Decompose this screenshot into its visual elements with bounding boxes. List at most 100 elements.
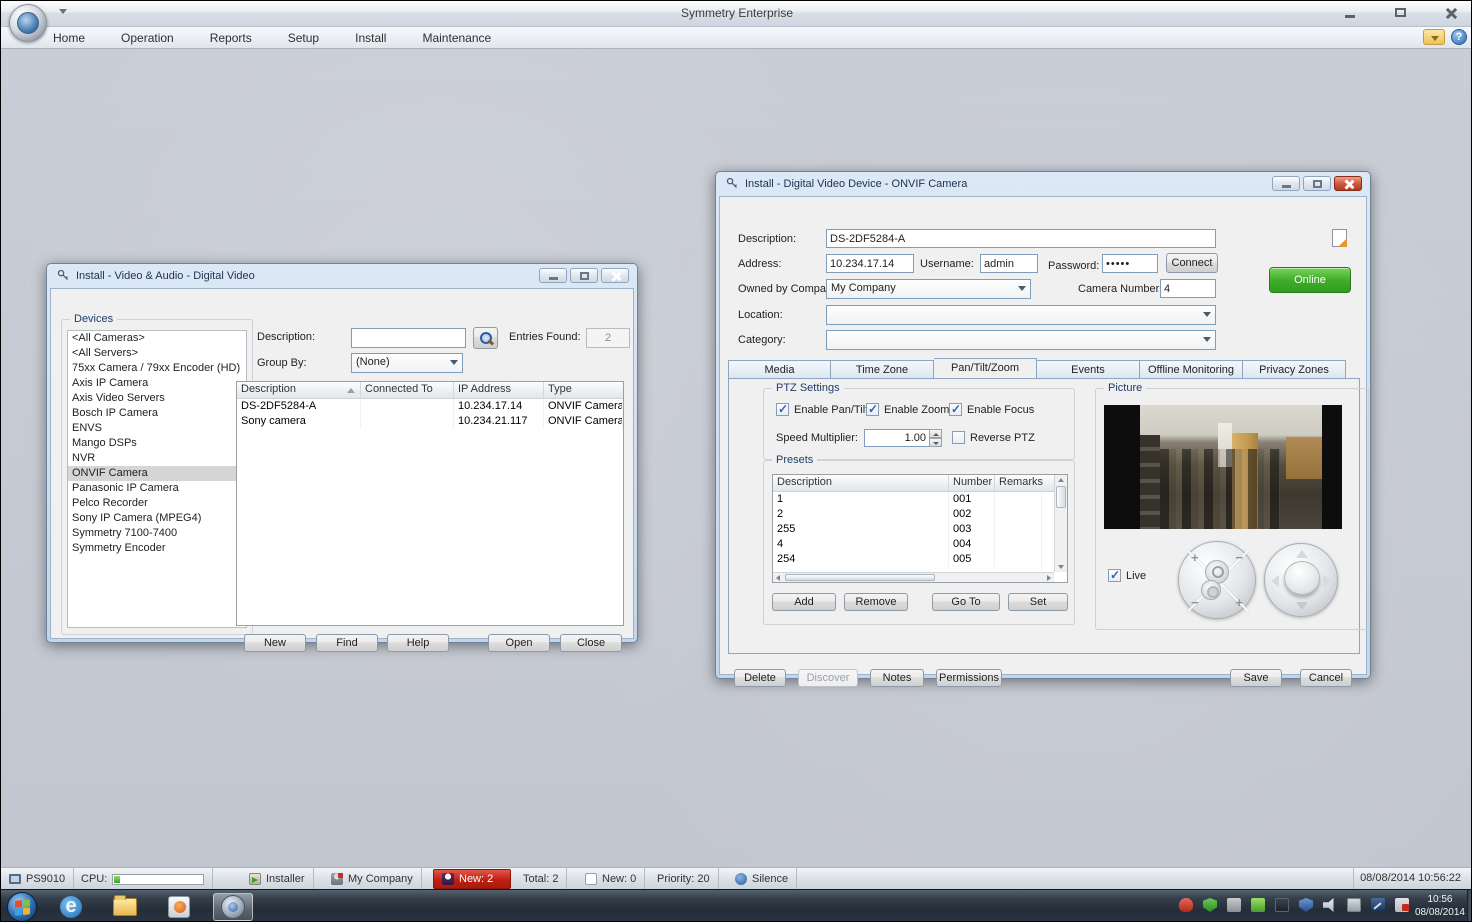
preset-row[interactable]: 1 001 (773, 492, 1067, 507)
taskbar-media-player[interactable] (159, 893, 199, 921)
menu-reports[interactable]: Reports (206, 30, 256, 46)
enable-focus-checkbox[interactable]: Enable Focus (949, 403, 1034, 416)
save-button[interactable]: Save (1230, 669, 1282, 687)
description-input[interactable] (826, 229, 1216, 248)
permissions-button[interactable]: Permissions (936, 669, 1002, 687)
remove-button[interactable]: Remove (844, 593, 908, 611)
dialog-maximize-button[interactable] (570, 268, 598, 283)
username-input[interactable] (980, 254, 1038, 273)
dialog-minimize-button[interactable] (1272, 176, 1300, 191)
window-minimize-button[interactable] (1337, 6, 1363, 21)
column-header-type[interactable]: Type (544, 382, 623, 398)
list-item-selected[interactable]: ONVIF Camera (68, 466, 246, 481)
go-to-button[interactable]: Go To (932, 593, 1000, 611)
reverse-ptz-checkbox[interactable]: Reverse PTZ (952, 431, 1035, 444)
list-item[interactable]: <All Servers> (68, 346, 246, 361)
tray-tool-icon[interactable] (1371, 898, 1385, 912)
list-item[interactable]: Symmetry 7100-7400 (68, 526, 246, 541)
speed-multiplier-stepper[interactable] (864, 429, 942, 447)
list-item[interactable]: <All Cameras> (68, 331, 246, 346)
scrollbar-thumb[interactable] (1056, 486, 1066, 508)
arrow-down-icon[interactable] (1296, 602, 1308, 610)
window-close-button[interactable] (1437, 6, 1463, 21)
alarms-new-badge[interactable]: New: 2 (433, 869, 511, 889)
window-maximize-button[interactable] (1387, 6, 1413, 21)
tab-media[interactable]: Media (728, 360, 831, 379)
arrow-right-icon[interactable] (1323, 575, 1331, 587)
tab-events[interactable]: Events (1037, 360, 1140, 379)
menu-install[interactable]: Install (351, 30, 390, 46)
location-select[interactable] (826, 305, 1216, 325)
list-item[interactable]: Panasonic IP Camera (68, 481, 246, 496)
camera-number-input[interactable] (1160, 279, 1216, 298)
open-button[interactable]: Open (488, 634, 550, 652)
messages-new-segment[interactable]: New: 0 (577, 868, 645, 890)
address-input[interactable] (826, 254, 914, 273)
tray-volume-icon[interactable] (1323, 898, 1337, 912)
zoom-focus-pad[interactable] (1178, 541, 1256, 619)
column-header-description[interactable]: Description (237, 382, 361, 398)
preset-row[interactable]: 255 003 (773, 522, 1067, 537)
dialog-minimize-button[interactable] (539, 268, 567, 283)
taskbar-symmetry-active[interactable] (213, 893, 253, 921)
tray-alert-icon[interactable] (1395, 898, 1409, 912)
device-type-list[interactable]: <All Cameras> <All Servers> 75xx Camera … (67, 330, 247, 628)
list-item[interactable]: Axis Video Servers (68, 391, 246, 406)
list-item[interactable]: Pelco Recorder (68, 496, 246, 511)
tray-shield-icon[interactable] (1203, 898, 1217, 912)
notes-page-icon[interactable] (1332, 229, 1347, 247)
description-search-input[interactable] (351, 328, 466, 348)
column-header-ip-address[interactable]: IP Address (454, 382, 544, 398)
notes-button[interactable]: Notes (870, 669, 924, 687)
taskbar-file-explorer[interactable] (105, 893, 145, 921)
arrow-up-icon[interactable] (1296, 550, 1308, 558)
password-input[interactable] (1102, 254, 1158, 273)
list-item[interactable]: NVR (68, 451, 246, 466)
ribbon-options-dropdown-button[interactable] (1423, 29, 1445, 45)
owned-by-company-select[interactable]: My Company (826, 279, 1031, 299)
set-button[interactable]: Set (1008, 593, 1068, 611)
focus-knob-icon[interactable] (1201, 580, 1221, 600)
scroll-down-icon[interactable] (1056, 562, 1066, 572)
list-item[interactable]: Axis IP Camera (68, 376, 246, 391)
joystick-center-button[interactable] (1284, 561, 1320, 595)
enable-zoom-checkbox[interactable]: Enable Zoom (866, 403, 949, 416)
list-item[interactable]: Mango DSPs (68, 436, 246, 451)
connect-button[interactable]: Connect (1166, 253, 1218, 273)
scrollbar-thumb[interactable] (785, 574, 935, 581)
tray-network-icon[interactable] (1275, 898, 1289, 912)
plus-icon[interactable] (1235, 595, 1243, 610)
pan-tilt-pad[interactable] (1264, 543, 1338, 617)
list-item[interactable]: Bosch IP Camera (68, 406, 246, 421)
table-row[interactable]: DS-2DF5284-A 10.234.17.14 ONVIF Camera (237, 399, 623, 414)
category-select[interactable] (826, 330, 1216, 350)
help-button[interactable]: Help (387, 634, 449, 652)
list-item[interactable]: Symmetry Encoder (68, 541, 246, 556)
taskbar-internet-explorer[interactable] (51, 893, 91, 921)
minus-icon[interactable] (1191, 595, 1199, 610)
horizontal-scrollbar[interactable] (773, 572, 1054, 582)
plus-icon[interactable] (1191, 550, 1199, 565)
app-logo-orb[interactable] (9, 4, 47, 42)
column-header-connected-to[interactable]: Connected To (361, 382, 454, 398)
tray-icon[interactable] (1251, 898, 1265, 912)
cancel-button[interactable]: Cancel (1300, 669, 1352, 687)
spinner-up-icon[interactable] (929, 429, 942, 438)
dialog-maximize-button[interactable] (1303, 176, 1331, 191)
table-row[interactable]: Sony camera 10.234.21.117 ONVIF Camera (237, 414, 623, 429)
tray-security-icon[interactable] (1299, 898, 1313, 912)
group-by-select[interactable]: (None) (351, 353, 463, 373)
tab-offline-monitoring[interactable]: Offline Monitoring (1140, 360, 1243, 379)
taskbar-clock[interactable]: 10:56 08/08/2014 (1415, 893, 1465, 919)
add-button[interactable]: Add (772, 593, 836, 611)
search-button[interactable] (473, 327, 498, 349)
speed-multiplier-input[interactable] (864, 429, 930, 447)
tab-time-zone[interactable]: Time Zone (831, 360, 934, 379)
show-desktop-button[interactable] (1467, 890, 1472, 922)
menu-home[interactable]: Home (49, 30, 89, 46)
presets-table[interactable]: Description Number Remarks 1 001 2 002 (772, 474, 1068, 583)
live-checkbox[interactable]: Live (1108, 569, 1146, 582)
list-item[interactable]: 75xx Camera / 79xx Encoder (HD) (68, 361, 246, 376)
user-segment[interactable]: Installer (241, 868, 314, 890)
preset-row[interactable]: 254 005 (773, 552, 1067, 567)
